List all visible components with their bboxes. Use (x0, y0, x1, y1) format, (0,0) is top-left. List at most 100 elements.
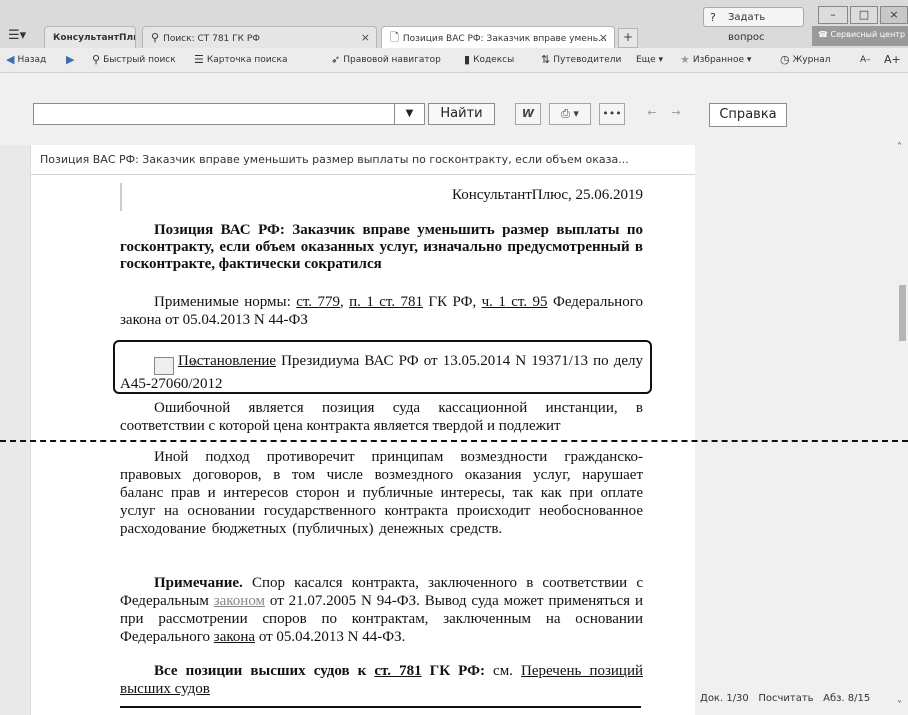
paragraph-2: Иной подход противоречит принципам возме… (120, 449, 643, 537)
service-center-link[interactable]: ☎ Сервисный центр (818, 30, 905, 39)
norm-link[interactable]: ч. 1 ст. 95 (482, 294, 548, 310)
ask-question-button[interactable]: ? Задать вопрос (703, 7, 804, 43)
signpost-icon: ⇅ (541, 53, 551, 66)
arrow-left-icon: ◀ (6, 53, 15, 66)
document-source: КонсультантПлюс, 25.06.2019 (451, 187, 643, 203)
font-decrease-button[interactable]: А– (860, 52, 871, 68)
new-tab-button[interactable]: + (618, 28, 638, 48)
tab-search[interactable]: ⚲ Поиск: СТ 781 ГК РФ × (142, 26, 377, 48)
doc-counter: Док. 1/30 (700, 693, 749, 704)
note-paragraph: Примечание. Спор касался контракта, закл… (120, 574, 643, 646)
arrow-left-icon: ← (647, 106, 657, 119)
help-button[interactable]: Справка (709, 103, 787, 127)
norms-prefix: Применимые нормы: (154, 294, 297, 310)
quick-search-label: Быстрый поиск (103, 55, 176, 65)
search-input[interactable] (33, 103, 395, 125)
minimize-button[interactable]: – (818, 6, 848, 24)
service-center-label: Сервисный центр (830, 30, 906, 39)
font-plus-label: А+ (884, 53, 901, 66)
codes-button[interactable]: ▮ Кодексы (464, 52, 514, 68)
search-row: ▼ Найти W ⎙ ▾ ••• ← → Справка (0, 73, 908, 145)
word-export-icon[interactable]: W (515, 103, 541, 125)
source-bar (120, 183, 122, 211)
print-button[interactable]: ⎙ ▾ (549, 103, 591, 125)
scrollbar-thumb[interactable] (899, 285, 906, 341)
all-positions-text: Все позиции высших судов к (154, 663, 375, 679)
paragraph-counter: Абз. 8/15 (823, 693, 871, 704)
legal-navigator-label: Правовой навигатор (343, 55, 441, 65)
clock-icon: ◷ (780, 53, 790, 66)
law-link[interactable]: закона (214, 629, 255, 645)
tab-label: Позиция ВАС РФ: Заказчик вправе умень... (402, 34, 607, 44)
note-text: от 05.04.2013 N 44-ФЗ. (255, 629, 406, 645)
search-icon: ⚲ (92, 53, 101, 66)
paragraph-1: Ошибочной является позиция суда кассацио… (120, 400, 643, 434)
tab-label: Поиск: СТ 781 ГК РФ (163, 34, 261, 44)
scrollbar[interactable] (895, 145, 908, 715)
page-break-line (0, 440, 908, 442)
chevron-up-icon[interactable]: ˄ (897, 142, 902, 153)
chevron-down-icon[interactable]: ˅ (897, 700, 902, 711)
all-positions-text: ГК РФ: (421, 663, 485, 679)
chevron-down-icon: ▼ (405, 108, 414, 119)
next-match-button[interactable]: → (665, 103, 687, 125)
highlight-frame (113, 340, 652, 394)
tab-label: КонсультантПлюс (53, 33, 135, 43)
norms-mid: ГК РФ, (423, 294, 482, 310)
back-button[interactable]: ◀ Назад (6, 52, 46, 68)
tab-consultant[interactable]: КонсультантПлюс (44, 26, 136, 48)
norm-link[interactable]: п. 1 ст. 781 (349, 294, 423, 310)
font-increase-button[interactable]: А+ (884, 52, 901, 68)
close-icon[interactable]: × (599, 27, 608, 49)
codes-icon: ▮ (464, 53, 471, 66)
norm-link[interactable]: ст. 779 (296, 294, 340, 310)
journal-label: Журнал (792, 55, 831, 65)
legal-navigator-button[interactable]: ➶ Правовой навигатор (331, 52, 441, 68)
journal-button[interactable]: ◷ Журнал (780, 52, 831, 68)
maximize-button[interactable]: □ (850, 6, 878, 24)
menu-icon[interactable]: ☰▾ (8, 28, 38, 48)
law-link[interactable]: законом (214, 593, 265, 609)
all-positions-paragraph: Все позиции высших судов к ст. 781 ГК РФ… (120, 662, 643, 698)
arrow-right-icon: ▶ (66, 53, 75, 66)
favorites-button[interactable]: ★ Избранное ▾ (680, 52, 751, 68)
document-title-bar: Позиция ВАС РФ: Заказчик вправе уменьшит… (31, 145, 696, 175)
arrow-right-icon: → (671, 106, 681, 119)
close-icon[interactable]: × (361, 27, 370, 48)
question-icon: ? (710, 11, 716, 24)
back-label: Назад (17, 55, 47, 65)
main-toolbar: ◀ Назад ▶ ⚲ Быстрый поиск ☰ Карточка поиска… (0, 48, 908, 73)
document-heading: Позиция ВАС РФ: Заказчик вправе уменьшит… (120, 222, 643, 272)
note-label: Примечание. (154, 575, 243, 591)
quick-search-button[interactable]: ⚲ Быстрый поиск (92, 52, 176, 68)
codes-label: Кодексы (473, 55, 515, 65)
more-label: Еще ▾ (636, 55, 664, 65)
search-card-button[interactable]: ☰ Карточка поиска (194, 52, 288, 68)
guides-button[interactable]: ⇅ Путеводители (541, 52, 621, 68)
article-link[interactable]: ст. 781 (374, 663, 421, 679)
close-window-button[interactable]: × (880, 6, 908, 24)
search-history-dropdown[interactable]: ▼ (395, 103, 425, 125)
prev-match-button[interactable]: ← (641, 103, 663, 125)
side-panel (695, 145, 895, 715)
search-card-label: Карточка поиска (206, 55, 288, 65)
navigator-icon: ➶ (331, 53, 341, 66)
tab-document[interactable]: 🗋 Позиция ВАС РФ: Заказчик вправе умень..… (381, 26, 615, 49)
ellipsis-icon: ••• (602, 107, 622, 120)
guides-label: Путеводители (553, 55, 622, 65)
more-actions-button[interactable]: ••• (599, 103, 625, 125)
all-positions-text: см. (484, 663, 522, 679)
favorites-label: Избранное ▾ (692, 55, 752, 65)
font-minus-label: А– (860, 55, 871, 65)
norms-paragraph: Применимые нормы: ст. 779, п. 1 ст. 781 … (120, 294, 643, 328)
star-icon: ★ (680, 53, 690, 66)
count-button[interactable]: Посчитать (758, 693, 813, 704)
status-bar: Док. 1/30 Посчитать Абз. 8/15 (700, 693, 870, 704)
more-button[interactable]: Еще ▾ (636, 52, 663, 68)
search-card-icon: ☰ (194, 53, 204, 66)
app-window: ☰▾ КонсультантПлюс ⚲Поиск: СТ 781 ГК РФ … (0, 0, 908, 715)
find-button[interactable]: Найти (428, 103, 495, 125)
tab-bar: ☰▾ КонсультантПлюс ⚲Поиск: СТ 781 ГК РФ … (0, 0, 908, 49)
forward-button[interactable]: ▶ (66, 52, 77, 68)
search-icon: ⚲ (151, 31, 160, 44)
